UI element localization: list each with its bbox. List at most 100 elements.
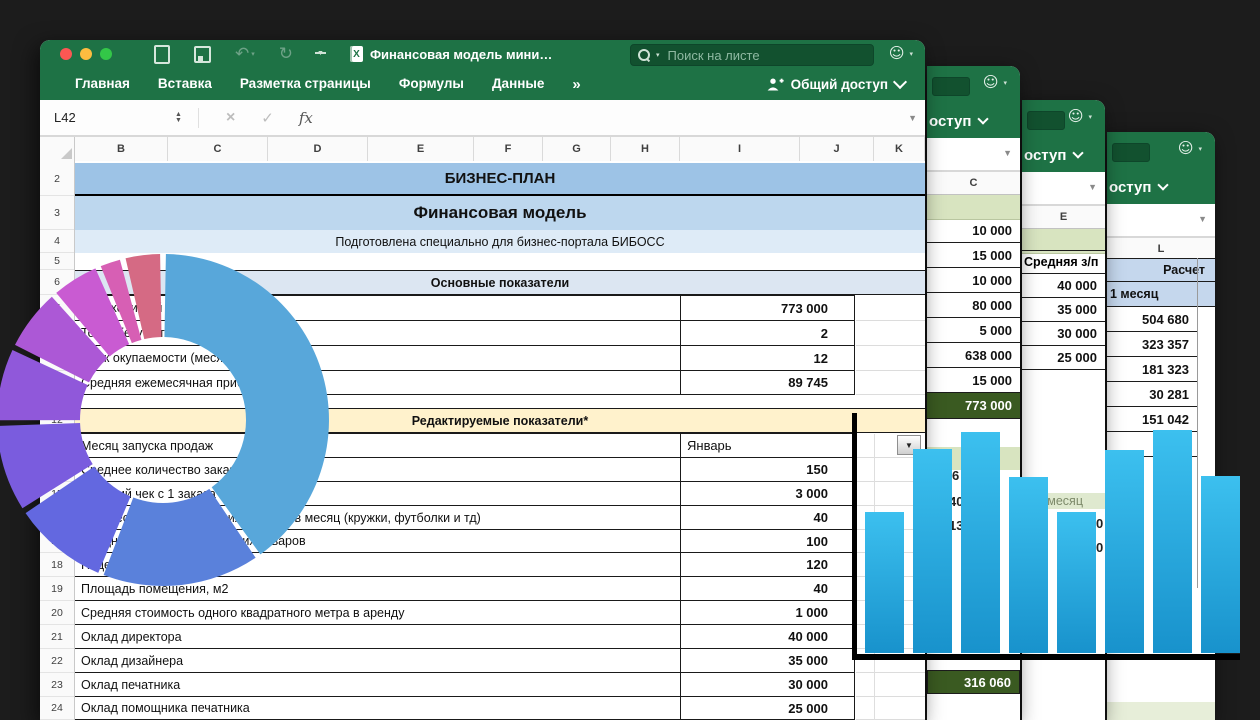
row-header-7[interactable]: 7 <box>40 295 74 321</box>
cell-label-21[interactable]: Оклад директора <box>75 625 680 649</box>
cell-value-7[interactable]: 773 000 <box>680 295 855 321</box>
select-all-corner[interactable] <box>40 137 75 161</box>
feedback-smiley-icon[interactable]: ☺ <box>1178 141 1194 156</box>
row-header-19[interactable]: 19 <box>40 577 74 601</box>
w4-cell-4[interactable]: 30 281 <box>1107 382 1197 407</box>
column-header-G[interactable]: G <box>543 137 611 161</box>
column-header-E[interactable]: E <box>368 137 474 161</box>
column-header-E[interactable]: E <box>1022 206 1105 229</box>
cell-value-23[interactable]: 30 000 <box>680 673 855 697</box>
confirm-formula-icon[interactable]: ✓ <box>261 109 274 127</box>
w2-cell-6[interactable]: 638 000 <box>927 343 1020 368</box>
w3-cell-3[interactable]: 30 000 <box>1022 322 1105 346</box>
cell-label-10[interactable]: Средняя ежемесячная прибыль <box>75 371 680 395</box>
save-icon[interactable] <box>194 46 211 63</box>
cell-value-24[interactable]: 25 000 <box>680 697 855 720</box>
toolbar-options-icon[interactable]: ▼ <box>317 52 324 56</box>
ribbon-tab-3[interactable]: Разметка страницы <box>240 76 371 93</box>
cell-value-19[interactable]: 40 <box>680 577 855 601</box>
window4-formula-bar[interactable]: ▼ <box>1107 204 1215 238</box>
formula-bar-caret-icon[interactable]: ▼ <box>908 113 917 123</box>
column-header-J[interactable]: J <box>800 137 874 161</box>
w3-cell-4[interactable]: 25 000 <box>1022 346 1105 370</box>
share-button[interactable]: Общий доступ <box>767 77 905 92</box>
row-header-20[interactable]: 20 <box>40 601 74 625</box>
merged-cell-row-2[interactable]: БИЗНЕС-ПЛАН <box>75 163 925 196</box>
column-header-H[interactable]: H <box>611 137 680 161</box>
search-box-fragment[interactable] <box>1112 143 1150 162</box>
cell-label-16[interactable]: Количество сопутствующих товаров в месяц… <box>75 506 680 530</box>
w4-cell-5[interactable]: 151 042 <box>1107 407 1197 432</box>
new-document-icon[interactable] <box>154 45 170 64</box>
cell-label-23[interactable]: Оклад печатника <box>75 673 680 697</box>
w2-cell-1[interactable]: 10 000 <box>927 218 1020 243</box>
cell-label-9[interactable]: Срок окупаемости (месяцев) <box>75 346 680 371</box>
row-header-23[interactable]: 23 <box>40 673 74 697</box>
row-header-5[interactable]: 5 <box>40 253 74 270</box>
row-header-16[interactable]: 16 <box>40 506 74 530</box>
merged-cell-row-3[interactable]: Финансовая модель <box>75 196 925 230</box>
row-header-6[interactable]: 6 <box>40 270 74 295</box>
cell-label-15[interactable]: Средний чек с 1 заказа <box>75 482 680 506</box>
share-label-fragment[interactable]: оступ <box>1109 179 1151 196</box>
cell-value-20[interactable]: 1 000 <box>680 601 855 625</box>
row-header-15[interactable]: 15 <box>40 482 74 506</box>
dropdown-caret-icon[interactable]: ▼ <box>1198 214 1207 224</box>
cell-value-13[interactable]: Январь <box>680 433 855 458</box>
merged-cell-row-12[interactable]: Редактируемые показатели* <box>75 408 925 433</box>
column-header-D[interactable]: D <box>268 137 368 161</box>
cell-label-20[interactable]: Средняя стоимость одного квадратного мет… <box>75 601 680 625</box>
column-header-F[interactable]: F <box>474 137 543 161</box>
ribbon-tab-5[interactable]: Данные <box>492 76 544 93</box>
cell-value-18[interactable]: 120 <box>680 553 855 577</box>
row-header-12[interactable]: 12 <box>40 408 74 433</box>
cell-value-22[interactable]: 35 000 <box>680 649 855 673</box>
cell-value-14[interactable]: 150 <box>680 458 855 482</box>
close-button[interactable] <box>60 48 72 60</box>
merged-cell-row-4[interactable]: Подготовлена специально для бизнес-порта… <box>75 230 925 253</box>
w4-cell-1[interactable]: 504 680 <box>1107 307 1197 332</box>
share-label-fragment[interactable]: оступ <box>929 113 971 130</box>
cell-value-21[interactable]: 40 000 <box>680 625 855 649</box>
ribbon-tab-6[interactable]: » <box>572 76 580 93</box>
excel-window-2[interactable]: ☺▾ оступ ▼ C 10 00015 00010 00080 0005 0… <box>927 66 1020 720</box>
w2-cell-7[interactable]: 15 000 <box>927 368 1020 393</box>
row-header-14[interactable]: 14 <box>40 458 74 482</box>
month-dropdown-button[interactable]: ▼ <box>897 435 921 455</box>
share-label-fragment[interactable]: оступ <box>1024 147 1066 164</box>
w3-cell-2[interactable]: 35 000 <box>1022 298 1105 322</box>
excel-main-window[interactable]: ↶▾ ↻ ▼ X Финансовая модель мини… ▾ Поиск… <box>40 40 925 720</box>
total-cell[interactable]: 316 060 <box>927 670 1020 694</box>
cell-label-24[interactable]: Оклад помощника печатника <box>75 697 680 720</box>
search-box-fragment[interactable] <box>1027 111 1065 130</box>
column-header-C[interactable]: C <box>927 172 1020 195</box>
row-header-13[interactable]: 13 <box>40 433 74 458</box>
cell-value-9[interactable]: 12 <box>680 346 855 371</box>
ribbon-tab-1[interactable]: Главная <box>75 76 130 93</box>
salary-column-header[interactable]: Средняя з/п <box>1022 250 1105 274</box>
cell-value-17[interactable]: 100 <box>680 530 855 553</box>
feedback-smiley-icon[interactable]: ☺ <box>1068 109 1084 124</box>
cell-label-18[interactable]: Наценка (в процентах) <box>75 553 680 577</box>
sheet-search-input[interactable]: ▾ Поиск на листе <box>630 44 874 66</box>
excel-window-3[interactable]: ☺▾ оступ ▼ E Средняя з/п 40 00035 00030 … <box>1022 100 1105 720</box>
ribbon-tab-2[interactable]: Вставка <box>158 76 212 93</box>
window3-formula-bar[interactable]: ▼ <box>1022 172 1105 206</box>
row-header-21[interactable]: 21 <box>40 625 74 649</box>
name-box[interactable]: L42 <box>40 110 149 125</box>
ribbon-tab-4[interactable]: Формулы <box>399 76 464 93</box>
cell-label-8[interactable]: Точка безубыточности (месяц) <box>75 321 680 346</box>
dropdown-caret-icon[interactable]: ▼ <box>1088 182 1097 192</box>
row-header-18[interactable]: 18 <box>40 553 74 577</box>
row-header-17[interactable]: 17 <box>40 530 74 553</box>
insert-function-icon[interactable]: fx <box>299 109 313 127</box>
feedback-smiley-icon[interactable]: ☺ <box>983 75 999 90</box>
search-box-fragment[interactable] <box>932 77 970 96</box>
w3-cell-1[interactable]: 40 000 <box>1022 274 1105 298</box>
column-header-K[interactable]: K <box>874 137 925 161</box>
row-header-8[interactable]: 8 <box>40 321 74 346</box>
cell-label-22[interactable]: Оклад дизайнера <box>75 649 680 673</box>
cancel-formula-icon[interactable]: × <box>226 109 235 127</box>
w4-cell-2[interactable]: 323 357 <box>1107 332 1197 357</box>
column-header-I[interactable]: I <box>680 137 800 161</box>
